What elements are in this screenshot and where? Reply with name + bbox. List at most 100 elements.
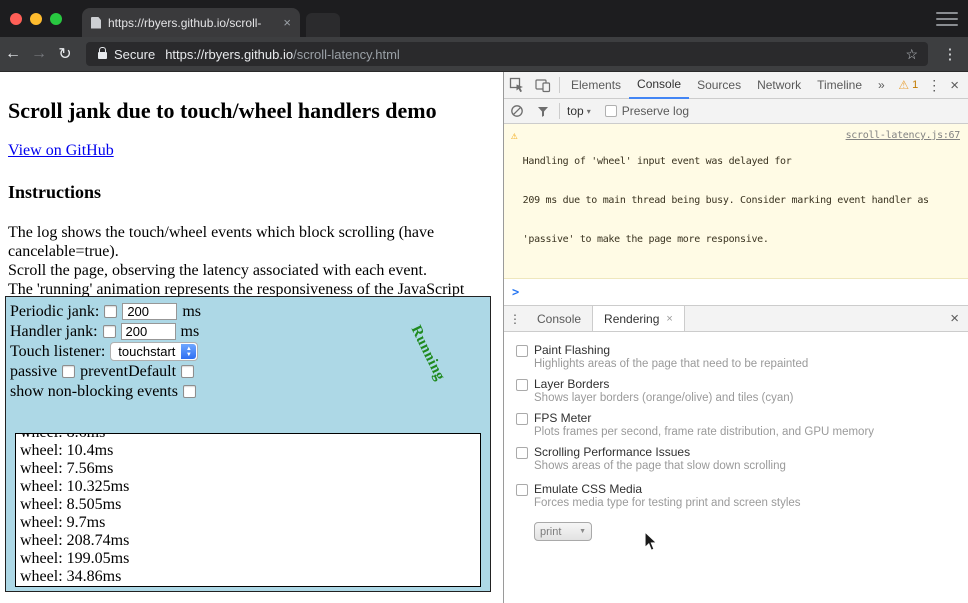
demo-control-panel: Periodic jank: ms Handler jank: ms Touch… <box>5 296 491 592</box>
console-toolbar: top ▾ Preserve log <box>504 99 968 124</box>
tab-strip: https://rbyers.github.io/scroll- × <box>0 0 968 37</box>
minimize-window-button[interactable] <box>30 13 42 25</box>
drawer-close-icon[interactable]: × <box>950 306 968 331</box>
nav-toolbar: ← → ↻ Secure https://rbyers.github.io /s… <box>0 37 968 72</box>
devtools-toolbar: Elements Console Sources Network Timelin… <box>504 72 968 99</box>
log-line: wheel: 9.7ms <box>20 514 480 532</box>
prevent-default-label: preventDefault <box>80 363 176 381</box>
devtools-panel: Elements Console Sources Network Timelin… <box>503 72 968 603</box>
passive-label: passive <box>10 363 57 381</box>
browser-menu-icon[interactable]: ⋮ <box>938 45 962 63</box>
url-path: /scroll-latency.html <box>293 47 400 62</box>
log-line: wheel: 199.05ms <box>20 550 480 568</box>
rendering-panel: Paint Flashing Highlights areas of the p… <box>504 332 968 603</box>
more-tabs-icon[interactable]: » <box>870 72 893 99</box>
window-controls <box>10 13 62 25</box>
rendering-option: Paint Flashing Highlights areas of the p… <box>516 343 968 371</box>
periodic-jank-input[interactable] <box>122 303 177 320</box>
chevron-down-icon: ▼ <box>579 528 586 535</box>
log-line: wheel: 10.4ms <box>20 442 480 460</box>
zoom-window-button[interactable] <box>50 13 62 25</box>
nonblocking-checkbox[interactable] <box>183 385 196 398</box>
devtools-drawer: ⋮ Console Rendering × × Paint Flashing H… <box>504 305 968 603</box>
devtools-tab-sources[interactable]: Sources <box>689 72 749 99</box>
drawer-tab-rendering[interactable]: Rendering × <box>592 306 685 331</box>
passive-checkbox[interactable] <box>62 365 75 378</box>
reload-button[interactable]: ↻ <box>52 44 78 64</box>
warning-triangle-icon: ⚠ <box>511 129 518 142</box>
device-toolbar-icon[interactable] <box>530 72 556 99</box>
touch-listener-label: Touch listener: <box>10 343 105 361</box>
select-stepper-icon: ▲▼ <box>181 344 196 359</box>
warning-triangle-icon: ⚠ <box>898 78 909 92</box>
instructions-text: The log shows the touch/wheel events whi… <box>8 223 495 299</box>
css-media-select[interactable]: print ▼ <box>534 522 592 541</box>
fps-meter-checkbox[interactable] <box>516 413 528 425</box>
event-log-box[interactable]: wheel: 8.6ms wheel: 10.4ms wheel: 7.56ms… <box>15 433 481 587</box>
close-tab-icon[interactable]: × <box>666 313 672 325</box>
rendering-option: Scrolling Performance Issues Shows areas… <box>516 445 968 473</box>
instructions-heading: Instructions <box>8 182 495 203</box>
console-warning-message: ⚠ Handling of 'wheel' input event was de… <box>504 124 968 279</box>
periodic-jank-unit: ms <box>182 303 201 321</box>
prevent-default-checkbox[interactable] <box>181 365 194 378</box>
paint-flashing-checkbox[interactable] <box>516 345 528 357</box>
filter-icon[interactable] <box>530 98 556 125</box>
emulate-css-media-checkbox[interactable] <box>516 484 528 496</box>
periodic-jank-label: Periodic jank: <box>10 303 99 321</box>
inspect-element-icon[interactable] <box>504 72 530 99</box>
event-log-lines: wheel: 8.6ms wheel: 10.4ms wheel: 7.56ms… <box>16 433 480 586</box>
rendering-option: Layer Borders Shows layer borders (orang… <box>516 377 968 405</box>
address-bar[interactable]: Secure https://rbyers.github.io /scroll-… <box>86 42 928 66</box>
touch-listener-select[interactable]: touchstart ▲▼ <box>110 342 198 361</box>
warning-source-link[interactable]: scroll-latency.js:67 <box>846 129 960 142</box>
rendering-option: Emulate CSS Media Forces media type for … <box>516 482 968 510</box>
devtools-tab-timeline[interactable]: Timeline <box>809 72 870 99</box>
tab-overview-icon[interactable] <box>936 12 958 26</box>
handler-jank-checkbox[interactable] <box>103 325 116 338</box>
handler-jank-label: Handler jank: <box>10 323 98 341</box>
secure-lock-icon <box>98 52 107 59</box>
prompt-chevron-icon: > <box>512 285 519 299</box>
tab-title: https://rbyers.github.io/scroll- <box>108 16 277 30</box>
tab-close-icon[interactable]: × <box>283 16 291 29</box>
drawer-tab-console[interactable]: Console <box>526 306 592 331</box>
handler-jank-input[interactable] <box>121 323 176 340</box>
console-prompt[interactable]: > <box>504 279 968 305</box>
close-window-button[interactable] <box>10 13 22 25</box>
browser-window: https://rbyers.github.io/scroll- × ← → ↻… <box>0 0 968 603</box>
log-line: wheel: 7.56ms <box>20 460 480 478</box>
log-line: wheel: 8.6ms <box>20 433 480 442</box>
drawer-menu-icon[interactable]: ⋮ <box>504 306 526 331</box>
back-button[interactable]: ← <box>0 45 26 63</box>
devtools-close-icon[interactable]: × <box>950 77 959 94</box>
forward-button[interactable]: → <box>26 45 52 63</box>
handler-jank-unit: ms <box>181 323 200 341</box>
devtools-tab-network[interactable]: Network <box>749 72 809 99</box>
web-page: Scroll jank due to touch/wheel handlers … <box>0 72 503 603</box>
browser-tab-background[interactable] <box>306 13 340 37</box>
warning-count-badge[interactable]: ⚠ 1 <box>898 78 918 92</box>
log-line: wheel: 34.86ms <box>20 568 480 586</box>
devtools-tab-elements[interactable]: Elements <box>563 72 629 99</box>
clear-console-icon[interactable] <box>504 98 530 125</box>
devtools-menu-icon[interactable]: ⋮ <box>927 77 941 94</box>
scrolling-performance-checkbox[interactable] <box>516 447 528 459</box>
github-link[interactable]: View on GitHub <box>8 142 114 160</box>
page-title: Scroll jank due to touch/wheel handlers … <box>8 98 495 124</box>
secure-label: Secure <box>114 47 155 62</box>
layer-borders-checkbox[interactable] <box>516 379 528 391</box>
chevron-down-icon: ▾ <box>587 107 591 116</box>
preserve-log-label: Preserve log <box>622 104 689 118</box>
nonblocking-label: show non-blocking events <box>10 383 178 401</box>
execution-context-selector[interactable]: top <box>567 104 584 118</box>
rendering-option: FPS Meter Plots frames per second, frame… <box>516 411 968 439</box>
preserve-log-checkbox[interactable] <box>605 105 617 117</box>
url-domain: https://rbyers.github.io <box>165 47 293 62</box>
devtools-tab-console[interactable]: Console <box>629 72 689 99</box>
browser-tab-active[interactable]: https://rbyers.github.io/scroll- × <box>82 8 300 37</box>
bookmark-star-icon[interactable]: ☆ <box>905 46 918 63</box>
periodic-jank-checkbox[interactable] <box>104 305 117 318</box>
drawer-toolbar: ⋮ Console Rendering × × <box>504 306 968 332</box>
log-line: wheel: 208.74ms <box>20 532 480 550</box>
